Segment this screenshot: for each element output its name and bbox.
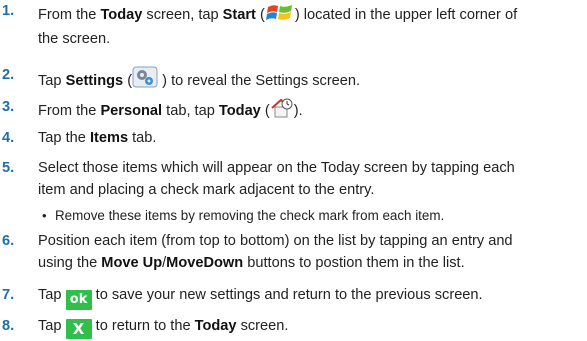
step-number: 7.	[2, 287, 15, 303]
step-text: Tap the Items tab.	[38, 130, 157, 146]
step-text: Tap X to return to the Today screen.	[38, 318, 289, 339]
today-house-clock-icon	[270, 98, 294, 124]
bullet-text: Remove these items by removing the check…	[55, 208, 445, 223]
step-text: From the Today screen, tap Start ( ) loc…	[38, 2, 517, 28]
step-number: 8.	[2, 318, 15, 334]
step-number: 3.	[2, 99, 15, 115]
step-text: Tap Settings ( ) to reveal the Settings …	[38, 66, 360, 94]
step-text: Tap ok to save your new settings and ret…	[38, 286, 483, 310]
step-number: 6.	[2, 233, 15, 249]
step-number: 5.	[2, 160, 15, 176]
bullet-dot: •	[42, 208, 47, 223]
windows-start-flag-icon	[265, 2, 295, 28]
step-number: 4.	[2, 130, 15, 146]
ok-button-icon: ok	[65, 290, 92, 310]
close-x-button-icon: X	[65, 319, 92, 339]
instruction-list: 1. From the Today screen, tap Start ( ) …	[2, 2, 518, 339]
step-text: Select those items which will appear on …	[38, 160, 515, 176]
settings-gears-icon	[132, 66, 158, 94]
step-number: 1.	[2, 3, 15, 19]
step-number: 2.	[2, 67, 15, 83]
step-text: From the Personal tab, tap Today ( ).	[38, 98, 303, 124]
step-text: Position each item (from top to bottom) …	[38, 233, 513, 249]
